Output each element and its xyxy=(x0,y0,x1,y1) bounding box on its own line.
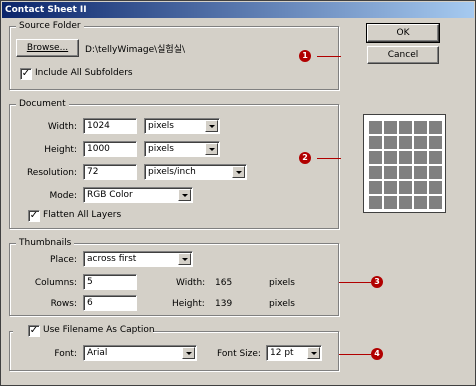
font-size-label: Font Size: xyxy=(217,349,261,359)
resolution-label: Resolution: xyxy=(26,168,77,178)
layout-preview xyxy=(363,114,446,213)
resolution-unit-value: pixels/inch xyxy=(148,167,196,177)
preview-thumbnail-cell xyxy=(384,151,397,164)
cancel-button[interactable]: Cancel xyxy=(367,46,439,64)
preview-thumbnail-cell xyxy=(414,196,427,209)
mode-value: RGB Color xyxy=(87,190,133,200)
place-select[interactable]: across first xyxy=(83,251,193,267)
rows-input[interactable]: 6 xyxy=(83,295,137,311)
source-folder-group: Source Folder xyxy=(9,20,339,90)
window-title: Contact Sheet II xyxy=(2,2,474,18)
preview-grid xyxy=(369,121,442,209)
width-unit-select[interactable]: pixels xyxy=(144,118,220,134)
preview-thumbnail-cell xyxy=(399,121,412,134)
preview-thumbnail-cell xyxy=(384,121,397,134)
chevron-down-icon xyxy=(205,120,218,132)
preview-thumbnail-cell xyxy=(429,181,442,194)
flatten-layers-label: Flatten All Layers xyxy=(43,210,122,220)
preview-thumbnail-cell xyxy=(369,166,382,179)
height-unit-value: pixels xyxy=(148,144,174,154)
preview-thumbnail-cell xyxy=(429,151,442,164)
callout-marker-4: 4 xyxy=(371,348,383,360)
preview-thumbnail-cell xyxy=(399,136,412,149)
rows-label: Rows: xyxy=(50,299,77,309)
use-filename-checkbox[interactable]: ✓ xyxy=(28,325,40,337)
use-filename-label: Use Filename As Caption xyxy=(43,325,155,335)
chevron-down-icon xyxy=(178,189,191,201)
preview-thumbnail-cell xyxy=(399,181,412,194)
preview-thumbnail-cell xyxy=(384,166,397,179)
preview-thumbnail-cell xyxy=(369,196,382,209)
font-size-select[interactable]: 12 pt xyxy=(266,345,322,361)
chevron-down-icon xyxy=(205,143,218,155)
mode-label: Mode: xyxy=(49,191,77,201)
thumbnails-title: Thumbnails xyxy=(16,237,75,249)
preview-thumbnail-cell xyxy=(399,166,412,179)
preview-thumbnail-cell xyxy=(414,181,427,194)
browse-label: Browse... xyxy=(26,43,69,53)
source-folder-title: Source Folder xyxy=(16,20,84,32)
preview-thumbnail-cell xyxy=(414,166,427,179)
height-label: Height: xyxy=(44,145,77,155)
thumb-height-value: 139 xyxy=(215,299,233,309)
preview-thumbnail-cell xyxy=(384,136,397,149)
thumb-height-unit: pixels xyxy=(269,299,295,309)
include-subfolders-checkbox[interactable]: ✓ xyxy=(20,68,32,80)
thumb-width-value: 165 xyxy=(215,278,233,288)
callout-marker-2: 2 xyxy=(299,152,311,164)
height-unit-select[interactable]: pixels xyxy=(144,141,220,157)
columns-label: Columns: xyxy=(34,278,77,288)
mode-select[interactable]: RGB Color xyxy=(83,187,193,203)
preview-thumbnail-cell xyxy=(384,196,397,209)
callout-marker-3: 3 xyxy=(371,276,383,288)
thumb-width-label: Width: xyxy=(176,278,206,288)
source-folder-path: D:\tellyWimage\실험실\ xyxy=(85,45,186,55)
callout-line-3 xyxy=(339,282,371,283)
preview-thumbnail-cell xyxy=(414,136,427,149)
height-input[interactable]: 1000 xyxy=(83,141,137,157)
resolution-input[interactable]: 72 xyxy=(83,164,137,180)
preview-thumbnail-cell xyxy=(414,121,427,134)
preview-thumbnail-cell xyxy=(414,151,427,164)
preview-thumbnail-cell xyxy=(369,181,382,194)
preview-thumbnail-cell xyxy=(429,136,442,149)
preview-thumbnail-cell xyxy=(429,196,442,209)
callout-line-1 xyxy=(317,56,341,57)
font-select[interactable]: Arial xyxy=(83,345,197,361)
contact-sheet-dialog: Contact Sheet II OK Cancel Source Folder… xyxy=(0,0,476,386)
font-label: Font: xyxy=(54,349,77,359)
place-value: across first xyxy=(87,254,137,264)
chevron-down-icon xyxy=(307,347,320,359)
callout-marker-1: 1 xyxy=(299,50,311,62)
browse-button[interactable]: Browse... xyxy=(16,39,79,57)
callout-line-2 xyxy=(317,158,341,159)
thumb-width-unit: pixels xyxy=(269,278,295,288)
font-value: Arial xyxy=(87,348,108,358)
preview-thumbnail-cell xyxy=(369,151,382,164)
preview-thumbnail-cell xyxy=(369,136,382,149)
resolution-unit-select[interactable]: pixels/inch xyxy=(144,164,247,180)
caption-group-header: ✓ Use Filename As Caption xyxy=(13,324,155,338)
preview-thumbnail-cell xyxy=(429,121,442,134)
flatten-layers-checkbox[interactable]: ✓ xyxy=(28,210,40,222)
preview-thumbnail-cell xyxy=(429,166,442,179)
preview-thumbnail-cell xyxy=(384,181,397,194)
preview-thumbnail-cell xyxy=(399,196,412,209)
width-input[interactable]: 1024 xyxy=(83,118,137,134)
preview-thumbnail-cell xyxy=(399,151,412,164)
include-subfolders-label: Include All Subfolders xyxy=(35,68,133,78)
chevron-down-icon xyxy=(182,347,195,359)
ok-button[interactable]: OK xyxy=(366,23,440,43)
width-label: Width: xyxy=(47,122,77,132)
font-size-value: 12 pt xyxy=(270,348,294,358)
document-title: Document xyxy=(16,98,69,110)
width-unit-value: pixels xyxy=(148,121,174,131)
callout-line-4 xyxy=(339,354,371,355)
chevron-down-icon xyxy=(232,166,245,178)
place-label: Place: xyxy=(50,255,77,265)
chevron-down-icon xyxy=(178,253,191,265)
preview-thumbnail-cell xyxy=(369,121,382,134)
thumb-height-label: Height: xyxy=(172,299,205,309)
columns-input[interactable]: 5 xyxy=(83,274,137,290)
